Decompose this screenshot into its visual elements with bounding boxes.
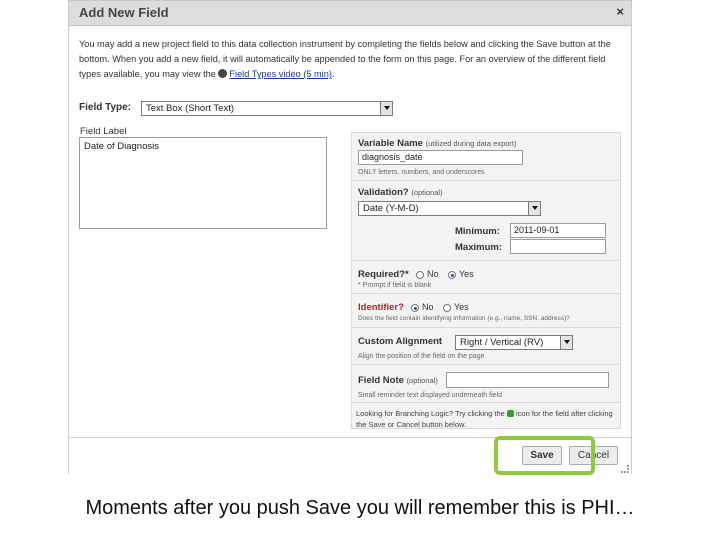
required-yes-radio[interactable] bbox=[448, 271, 456, 279]
variable-name-input[interactable]: diagnosis_date bbox=[358, 150, 523, 165]
identifier-label: Identifier? bbox=[358, 302, 404, 313]
validation-section: Validation? (optional) Date (Y-M-D) Mini… bbox=[352, 181, 620, 261]
dialog-titlebar[interactable]: Add New Field × bbox=[69, 1, 631, 26]
field-options-panel: Variable Name (utilized during data expo… bbox=[351, 132, 621, 429]
minimum-label: Minimum: bbox=[455, 226, 500, 237]
field-note-hint: Small reminder text displayed underneath… bbox=[358, 392, 502, 399]
chevron-down-icon bbox=[380, 102, 392, 115]
identifier-hint: Does the field contain identifying infor… bbox=[358, 315, 570, 322]
field-types-video-link[interactable]: Field Types video (5 min) bbox=[229, 69, 331, 79]
slide-caption: Moments after you push Save you will rem… bbox=[85, 497, 635, 519]
branching-logic-note: Looking for Branching Logic? Try clickin… bbox=[356, 409, 613, 429]
intro-end: . bbox=[331, 69, 335, 79]
required-no-radio[interactable] bbox=[416, 271, 424, 279]
save-highlight-box bbox=[494, 436, 595, 475]
identifier-no-label: No bbox=[422, 302, 434, 312]
required-yes-label: Yes bbox=[459, 269, 474, 279]
required-no-label: No bbox=[427, 269, 439, 279]
branching-icon bbox=[506, 410, 514, 417]
variable-name-label: Variable Name (utilized during data expo… bbox=[358, 138, 517, 149]
alignment-hint: Align the position of the field on the p… bbox=[358, 353, 485, 360]
validation-value: Date (Y-M-D) bbox=[363, 203, 419, 214]
alignment-section: Custom Alignment Right / Vertical (RV) A… bbox=[352, 328, 620, 365]
identifier-yes-radio[interactable] bbox=[443, 304, 451, 312]
field-label-textarea[interactable]: Date of Diagnosis bbox=[79, 137, 327, 229]
maximum-input[interactable] bbox=[510, 239, 606, 254]
required-label: Required?* bbox=[358, 269, 409, 280]
field-type-label: Field Type: bbox=[79, 102, 132, 113]
film-icon bbox=[218, 69, 228, 78]
field-note-section: Field Note (optional) Small reminder tex… bbox=[352, 365, 620, 403]
alignment-value: Right / Vertical (RV) bbox=[460, 337, 544, 348]
required-section: Required?* No Yes * Prompt if field is b… bbox=[352, 261, 620, 294]
dialog-title: Add New Field bbox=[79, 5, 169, 20]
field-type-select[interactable]: Text Box (Short Text) bbox=[141, 101, 393, 116]
alignment-label: Custom Alignment bbox=[358, 336, 443, 347]
intro-text: You may add a new project field to this … bbox=[79, 37, 619, 82]
variable-name-hint: ONLY letters, numbers, and underscores bbox=[358, 169, 485, 176]
identifier-section: Identifier? No Yes Does the field contai… bbox=[352, 294, 620, 328]
field-label-label: Field Label bbox=[80, 126, 127, 137]
field-note-label: Field Note (optional) bbox=[358, 375, 438, 386]
close-icon[interactable]: × bbox=[616, 5, 624, 18]
field-type-value: Text Box (Short Text) bbox=[146, 103, 234, 114]
validation-label: Validation? (optional) bbox=[358, 187, 443, 198]
minimum-input[interactable]: 2011-09-01 bbox=[510, 223, 606, 238]
variable-name-section: Variable Name (utilized during data expo… bbox=[352, 133, 620, 181]
maximum-label: Maximum: bbox=[455, 242, 502, 253]
resize-grip-icon[interactable] bbox=[621, 465, 629, 473]
add-field-dialog: Add New Field × You may add a new projec… bbox=[68, 0, 632, 475]
alignment-select[interactable]: Right / Vertical (RV) bbox=[455, 335, 573, 350]
identifier-yes-label: Yes bbox=[454, 302, 469, 312]
chevron-down-icon bbox=[560, 336, 572, 349]
validation-select[interactable]: Date (Y-M-D) bbox=[358, 201, 541, 216]
identifier-no-radio[interactable] bbox=[411, 304, 419, 312]
intro-body: You may add a new project field to this … bbox=[79, 39, 611, 79]
chevron-down-icon bbox=[528, 202, 540, 215]
field-note-input[interactable] bbox=[446, 372, 609, 388]
required-hint: * Prompt if field is blank bbox=[358, 282, 432, 289]
